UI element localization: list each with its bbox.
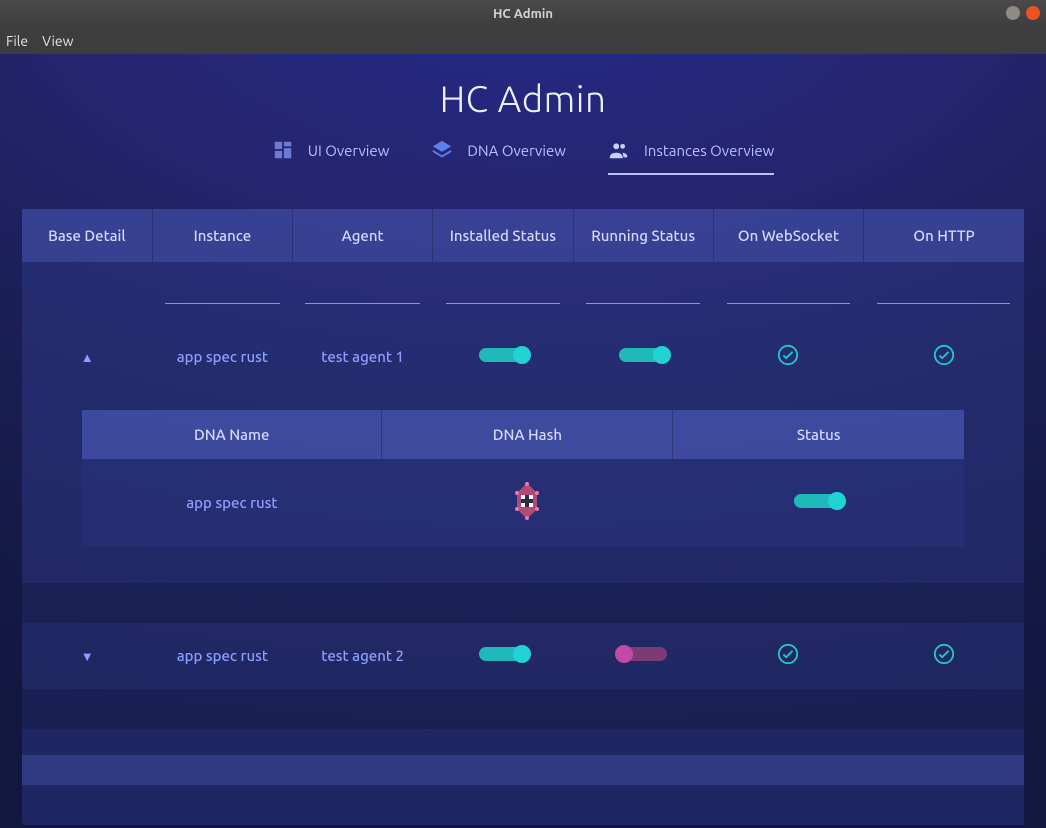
filter-agent[interactable] — [305, 282, 419, 304]
running-toggle[interactable] — [619, 348, 667, 362]
dashboard-icon — [272, 139, 294, 161]
col-dna-hash[interactable]: DNA Hash — [382, 410, 673, 459]
instance-name[interactable]: app spec rust — [177, 647, 268, 664]
col-on-http[interactable]: On HTTP — [864, 209, 1024, 262]
instances-table: Base Detail Instance Agent Installed Sta… — [22, 209, 1024, 729]
filter-websocket[interactable] — [727, 282, 851, 304]
agent-name[interactable]: test agent 1 — [321, 348, 404, 365]
layers-icon — [431, 139, 453, 161]
menu-view[interactable]: View — [42, 33, 73, 49]
installed-toggle[interactable] — [479, 348, 527, 362]
table-header-row: Base Detail Instance Agent Installed Sta… — [22, 209, 1024, 262]
col-dna-status[interactable]: Status — [673, 410, 964, 459]
menu-file[interactable]: File — [6, 33, 28, 49]
window-title: HC Admin — [493, 7, 553, 21]
detail-table-row: app spec rust — [82, 459, 964, 547]
close-button[interactable] — [1026, 6, 1040, 20]
instance-name[interactable]: app spec rust — [177, 348, 268, 365]
app-body: HC Admin UI Overview DNA Overview Instan… — [0, 54, 1046, 828]
tab-dna-overview[interactable]: DNA Overview — [431, 139, 566, 175]
filter-http[interactable] — [877, 282, 1010, 304]
installed-toggle[interactable] — [479, 647, 527, 661]
tab-label: DNA Overview — [467, 142, 566, 159]
filter-instance[interactable] — [165, 282, 279, 304]
filter-row — [22, 262, 1024, 324]
minimize-button[interactable] — [1006, 6, 1020, 20]
people-icon — [608, 139, 630, 161]
col-instance[interactable]: Instance — [152, 209, 292, 262]
col-installed-status[interactable]: Installed Status — [433, 209, 573, 262]
filter-running[interactable] — [586, 282, 700, 304]
menu-bar: File View — [0, 28, 1046, 54]
dna-name[interactable]: app spec rust — [186, 494, 277, 511]
tab-label: Instances Overview — [644, 142, 774, 159]
websocket-check-icon — [777, 643, 799, 665]
page-title: HC Admin — [0, 54, 1046, 135]
websocket-check-icon — [777, 344, 799, 366]
running-toggle[interactable] — [619, 647, 667, 661]
dna-status-toggle[interactable] — [794, 494, 842, 508]
dna-hash-identicon — [507, 481, 547, 521]
tab-ui-overview[interactable]: UI Overview — [272, 139, 390, 175]
tab-bar: UI Overview DNA Overview Instances Overv… — [0, 135, 1046, 179]
instances-panel: Base Detail Instance Agent Installed Sta… — [22, 209, 1024, 825]
window-titlebar: HC Admin — [0, 0, 1046, 28]
agent-name[interactable]: test agent 2 — [321, 647, 404, 664]
col-dna-name[interactable]: DNA Name — [82, 410, 382, 459]
filter-installed[interactable] — [446, 282, 560, 304]
table-footer — [22, 755, 1024, 785]
col-agent[interactable]: Agent — [293, 209, 433, 262]
chevron-up-icon[interactable]: ▲ — [81, 350, 94, 365]
table-row: ▼ app spec rust test agent 2 — [22, 623, 1024, 689]
chevron-down-icon[interactable]: ▼ — [81, 649, 94, 664]
col-running-status[interactable]: Running Status — [573, 209, 713, 262]
col-on-websocket[interactable]: On WebSocket — [713, 209, 863, 262]
tab-instances-overview[interactable]: Instances Overview — [608, 139, 774, 175]
detail-table: DNA Name DNA Hash Status app spec rust — [82, 410, 964, 547]
tab-label: UI Overview — [308, 142, 390, 159]
detail-row: DNA Name DNA Hash Status app spec rust — [22, 390, 1024, 583]
col-base-detail[interactable]: Base Detail — [22, 209, 152, 262]
http-check-icon — [933, 643, 955, 665]
http-check-icon — [933, 344, 955, 366]
table-row: ▲ app spec rust test agent 1 — [22, 324, 1024, 390]
